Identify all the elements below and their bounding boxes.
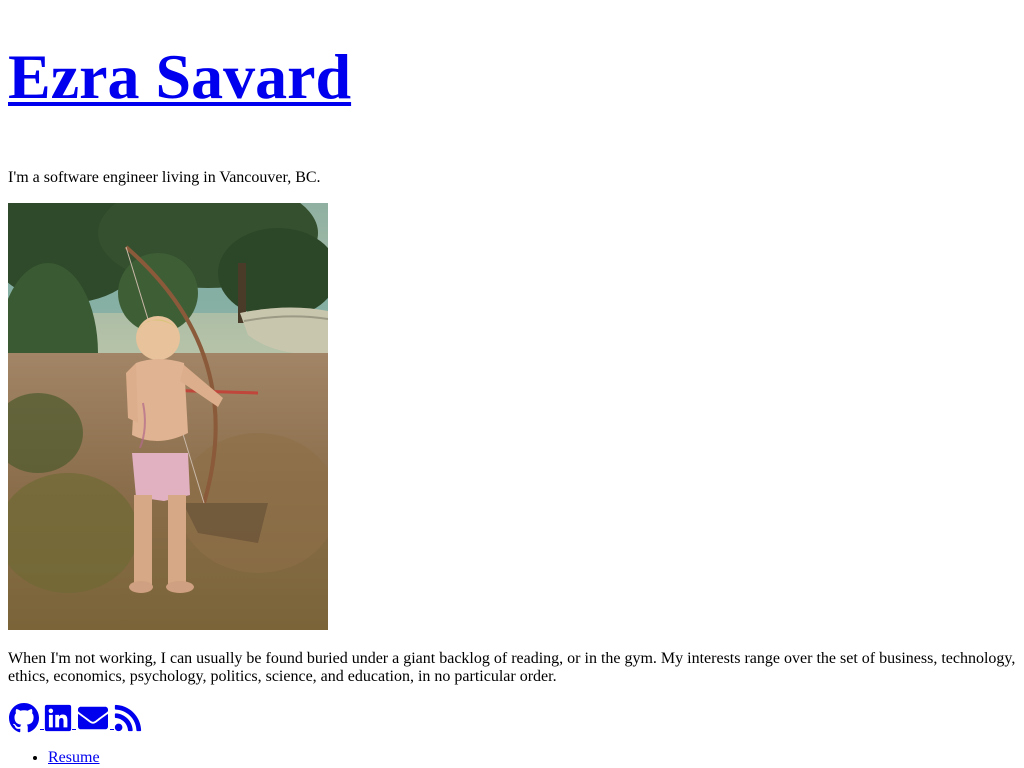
list-item: Resume — [48, 749, 100, 767]
nav-list: Resume — [8, 749, 100, 767]
site-title: Ezra Savard — [8, 38, 351, 116]
rss-link[interactable] — [114, 703, 142, 733]
about-bio: When I'm not working, I can usually be f… — [8, 650, 1016, 685]
email-link[interactable] — [76, 703, 114, 733]
github-link[interactable] — [8, 703, 44, 733]
intro-tagline: I'm a software engineer living in Vancou… — [8, 169, 321, 186]
email-icon — [78, 706, 108, 730]
linkedin-icon — [44, 704, 72, 732]
social-links — [8, 703, 142, 733]
github-icon — [9, 703, 39, 733]
page: Ezra Savard I'm a software engineer livi… — [0, 0, 1024, 768]
resume-link[interactable]: Resume — [48, 749, 100, 766]
linkedin-link[interactable] — [44, 703, 76, 733]
home-link[interactable]: Ezra Savard — [8, 41, 351, 112]
rss-icon — [114, 704, 142, 732]
profile-photo — [8, 203, 328, 630]
